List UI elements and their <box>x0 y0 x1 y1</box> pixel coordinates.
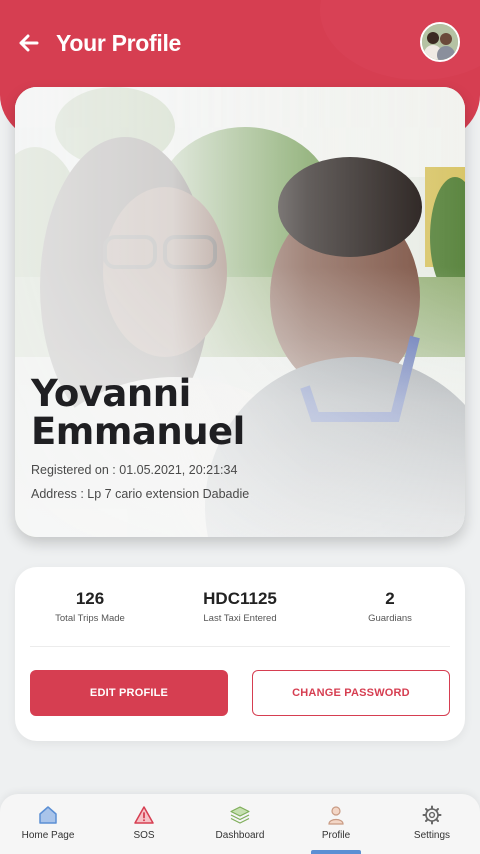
nav-item-profile[interactable]: Profile <box>288 794 384 854</box>
address: Address : Lp 7 cario extension Dabadie <box>31 487 250 501</box>
nav-label: Dashboard <box>215 830 265 841</box>
bottom-navigation: Home Page SOS Dashboard Profile Settings <box>0 794 480 854</box>
nav-item-home[interactable]: Home Page <box>0 794 96 854</box>
profile-name: Yovanni Emmanuel <box>31 375 331 451</box>
stat-label: Guardians <box>368 613 412 624</box>
change-password-button[interactable]: CHANGE PASSWORD <box>252 670 450 716</box>
stat-guardians: 2 Guardians <box>320 589 460 646</box>
profile-first-name: Yovanni <box>31 372 191 415</box>
stat-total-trips: 126 Total Trips Made <box>20 589 160 646</box>
nav-label: Home Page <box>21 830 75 841</box>
stat-label: Total Trips Made <box>55 613 125 624</box>
page-title: Your Profile <box>56 29 182 56</box>
stat-value: 126 <box>75 589 105 608</box>
profile-last-name: Emmanuel <box>31 410 245 453</box>
profile-card: Yovanni Emmanuel Registered on : 01.05.2… <box>15 87 465 537</box>
stats-card: 126 Total Trips Made HDC1125 Last Taxi E… <box>15 567 465 741</box>
stat-value: HDC1125 <box>203 589 277 608</box>
nav-label: SOS <box>133 830 155 841</box>
stat-last-taxi: HDC1125 Last Taxi Entered <box>170 589 310 646</box>
stat-label: Last Taxi Entered <box>203 613 277 624</box>
nav-item-settings[interactable]: Settings <box>384 794 480 854</box>
user-icon <box>325 804 347 826</box>
gear-icon <box>421 804 443 826</box>
button-row: EDIT PROFILE CHANGE PASSWORD <box>15 647 465 716</box>
top-bar: Your Profile <box>0 20 480 66</box>
home-icon <box>37 804 59 826</box>
nav-label: Settings <box>413 830 451 841</box>
layers-icon <box>229 804 251 826</box>
edit-profile-button[interactable]: EDIT PROFILE <box>30 670 228 716</box>
nav-label: Profile <box>321 830 351 841</box>
stat-value: 2 <box>385 589 395 608</box>
warning-icon <box>133 804 155 826</box>
registered-date: Registered on : 01.05.2021, 20:21:34 <box>31 463 238 477</box>
nav-item-sos[interactable]: SOS <box>96 794 192 854</box>
back-arrow-icon[interactable] <box>18 32 40 54</box>
stats-row: 126 Total Trips Made HDC1125 Last Taxi E… <box>15 567 465 646</box>
active-indicator <box>311 850 361 854</box>
nav-item-dashboard[interactable]: Dashboard <box>192 794 288 854</box>
avatar[interactable] <box>420 22 460 62</box>
